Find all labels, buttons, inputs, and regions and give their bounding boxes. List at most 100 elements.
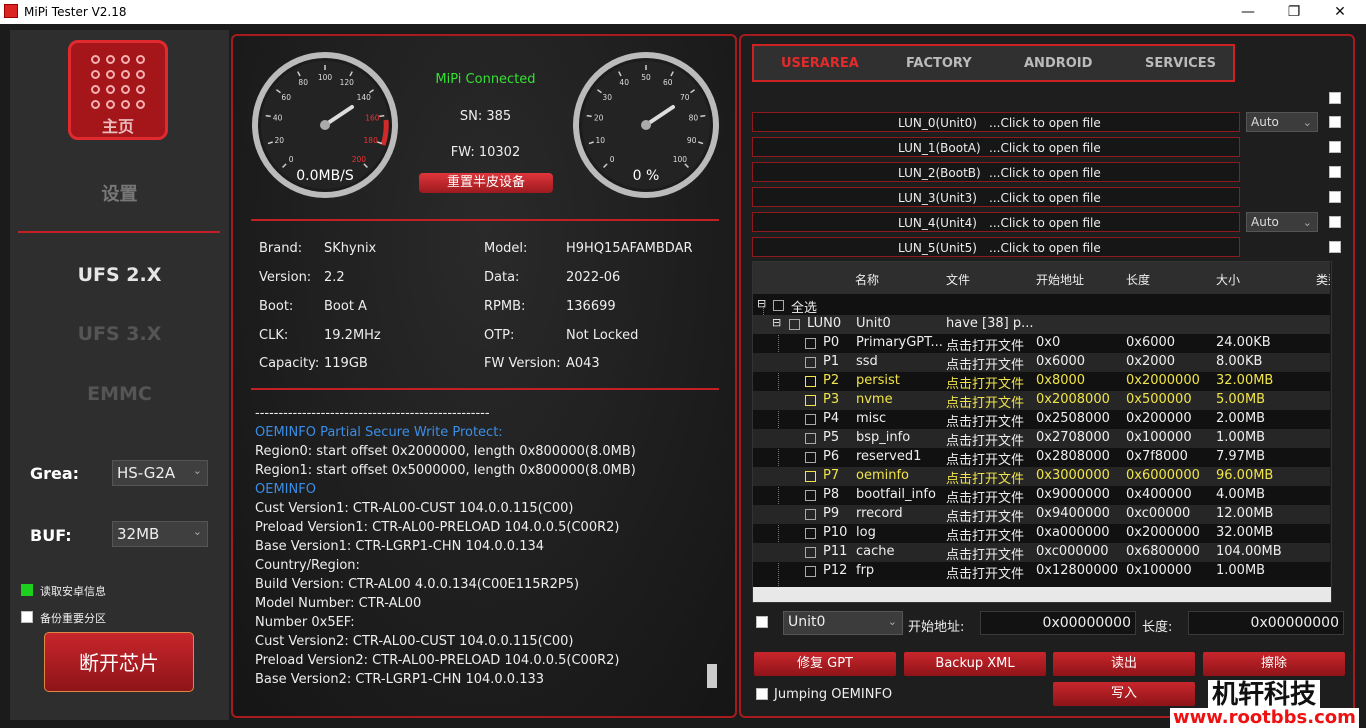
backup-important-checkbox[interactable]	[21, 611, 33, 623]
part-file[interactable]: 点击打开文件	[946, 449, 1024, 468]
lun-open-file[interactable]: ...Click to open file	[989, 191, 1101, 205]
jumping-oeminfo-checkbox[interactable]	[756, 688, 768, 700]
table-row[interactable]: P11 cache 点击打开文件 0xc000000 0x6800000 104.00MB	[753, 543, 1331, 563]
mode-ufs2[interactable]: UFS 2.X	[10, 264, 229, 286]
part-file[interactable]: 点击打开文件	[946, 468, 1024, 487]
lun-open-file[interactable]: ...Click to open file	[989, 241, 1101, 255]
col-length[interactable]: 长度	[1126, 271, 1150, 288]
lun-checkbox[interactable]	[1329, 216, 1341, 228]
table-row[interactable]: P9 rrecord 点击打开文件 0x9400000 0xc00000 12.00MB	[753, 505, 1331, 525]
table-row[interactable]: P1 ssd 点击打开文件 0x6000 0x2000 8.00KB	[753, 353, 1331, 373]
table-row[interactable]: P8 bootfail_info 点击打开文件 0x9000000 0x400000 4.…	[753, 486, 1331, 506]
row-checkbox[interactable]	[805, 338, 816, 349]
grea-select[interactable]: HS-G2A ⌄	[112, 460, 208, 486]
lun-checkbox[interactable]	[1329, 241, 1341, 253]
tab-userarea[interactable]: USERAREA	[781, 56, 859, 71]
lun-open-file[interactable]: ...Click to open file	[989, 166, 1101, 180]
reset-device-button[interactable]: 重置半皮设备	[419, 173, 553, 193]
select-all-lun-checkbox[interactable]	[1329, 92, 1341, 104]
read-android-checkbox[interactable]	[21, 584, 33, 596]
home-logo[interactable]: 主页	[68, 40, 168, 140]
table-row[interactable]: P6 reserved1 点击打开文件 0x2808000 0x7f8000 7.97MB	[753, 448, 1331, 468]
lun0-checkbox[interactable]	[789, 319, 800, 330]
erase-button[interactable]: 擦除	[1203, 652, 1345, 676]
collapse-icon[interactable]: ⊟	[757, 297, 766, 310]
lun-mode-select[interactable]: Auto ⌄	[1246, 212, 1318, 232]
lun-row[interactable]: LUN_3(Unit3) ...Click to open file	[752, 187, 1240, 207]
lun-row[interactable]: LUN_5(Unit5) ...Click to open file	[752, 237, 1240, 257]
row-checkbox[interactable]	[805, 490, 816, 501]
row-checkbox[interactable]	[805, 547, 816, 558]
lun-open-file[interactable]: ...Click to open file	[989, 116, 1101, 130]
log-scrollbar[interactable]	[707, 664, 717, 688]
collapse-icon[interactable]: ⊟	[772, 316, 781, 329]
lun-checkbox[interactable]	[1329, 141, 1341, 153]
table-row[interactable]: P5 bsp_info 点击打开文件 0x2708000 0x100000 1.00MB	[753, 429, 1331, 449]
unit-checkbox[interactable]	[756, 616, 768, 628]
lun-checkbox[interactable]	[1329, 116, 1341, 128]
row-checkbox[interactable]	[805, 433, 816, 444]
table-row[interactable]: P4 misc 点击打开文件 0x2508000 0x200000 2.00MB	[753, 410, 1331, 430]
lun-row[interactable]: LUN_2(BootB) ...Click to open file	[752, 162, 1240, 182]
part-file[interactable]: 点击打开文件	[946, 544, 1024, 563]
select-all-row[interactable]: ⊟ 全选	[753, 296, 1331, 316]
settings-nav[interactable]: 设置	[10, 180, 229, 206]
col-name[interactable]: 名称	[855, 271, 879, 288]
lun-row[interactable]: LUN_4(Unit4) ...Click to open file	[752, 212, 1240, 232]
tab-services[interactable]: SERVICES	[1145, 56, 1216, 71]
table-hscroll[interactable]	[753, 587, 1331, 602]
buf-select[interactable]: 32MB ⌄	[112, 521, 208, 547]
lun-open-file[interactable]: ...Click to open file	[989, 216, 1101, 230]
mode-ufs3[interactable]: UFS 3.X	[10, 323, 229, 345]
col-start[interactable]: 开始地址	[1036, 271, 1084, 288]
lun-mode-select[interactable]: Auto ⌄	[1246, 112, 1318, 132]
lun-checkbox[interactable]	[1329, 166, 1341, 178]
maximize-button[interactable]: ❐	[1272, 2, 1316, 22]
lun-checkbox[interactable]	[1329, 191, 1341, 203]
tab-factory[interactable]: FACTORY	[906, 56, 972, 71]
row-checkbox[interactable]	[805, 357, 816, 368]
part-file[interactable]: 点击打开文件	[946, 335, 1024, 354]
row-checkbox[interactable]	[805, 376, 816, 387]
table-row[interactable]: P3 nvme 点击打开文件 0x2008000 0x500000 5.00MB	[753, 391, 1331, 411]
part-file[interactable]: 点击打开文件	[946, 506, 1024, 525]
part-file[interactable]: 点击打开文件	[946, 430, 1024, 449]
write-button[interactable]: 写入	[1053, 682, 1195, 706]
table-row[interactable]: P2 persist 点击打开文件 0x8000 0x2000000 32.00MB	[753, 372, 1331, 392]
mode-emmc[interactable]: EMMC	[10, 383, 229, 405]
row-checkbox[interactable]	[805, 509, 816, 520]
part-file[interactable]: 点击打开文件	[946, 411, 1024, 430]
row-checkbox[interactable]	[805, 452, 816, 463]
lun0-row[interactable]: ⊟ LUN0 Unit0 have [38] p...	[753, 315, 1331, 334]
read-button[interactable]: 读出	[1053, 652, 1195, 676]
part-file[interactable]: 点击打开文件	[946, 392, 1024, 411]
select-all-checkbox[interactable]	[773, 300, 784, 311]
col-size[interactable]: 大小	[1216, 271, 1240, 288]
table-vscroll[interactable]	[1330, 262, 1332, 602]
row-checkbox[interactable]	[805, 414, 816, 425]
table-row[interactable]: P12 frp 点击打开文件 0x12800000 0x100000 1.00MB	[753, 562, 1331, 582]
lun-row[interactable]: LUN_1(BootA) ...Click to open file	[752, 137, 1240, 157]
table-row[interactable]: P10 log 点击打开文件 0xa000000 0x2000000 32.00MB	[753, 524, 1331, 544]
start-address-field[interactable]: 0x00000000	[980, 611, 1136, 635]
fix-gpt-button[interactable]: 修复 GPT	[754, 652, 896, 676]
lun-row[interactable]: LUN_0(Unit0) ...Click to open file	[752, 112, 1240, 132]
lun-open-file[interactable]: ...Click to open file	[989, 141, 1101, 155]
row-checkbox[interactable]	[805, 471, 816, 482]
close-button[interactable]: ✕	[1318, 2, 1362, 22]
col-file[interactable]: 文件	[946, 271, 970, 288]
part-file[interactable]: 点击打开文件	[946, 525, 1024, 544]
scroll-thumb[interactable]	[1331, 262, 1332, 312]
part-file[interactable]: 点击打开文件	[946, 373, 1024, 392]
table-row[interactable]: P7 oeminfo 点击打开文件 0x3000000 0x6000000 96.00MB	[753, 467, 1331, 487]
row-checkbox[interactable]	[805, 395, 816, 406]
part-file[interactable]: 点击打开文件	[946, 487, 1024, 506]
unit-select[interactable]: Unit0 ⌄	[783, 611, 903, 635]
part-file[interactable]: 点击打开文件	[946, 354, 1024, 373]
disconnect-button[interactable]: 断开芯片	[44, 632, 194, 692]
minimize-button[interactable]: —	[1226, 2, 1270, 22]
part-file[interactable]: 点击打开文件	[946, 563, 1024, 582]
row-checkbox[interactable]	[805, 528, 816, 539]
backup-xml-button[interactable]: Backup XML	[904, 652, 1046, 676]
length-field[interactable]: 0x00000000	[1188, 611, 1344, 635]
